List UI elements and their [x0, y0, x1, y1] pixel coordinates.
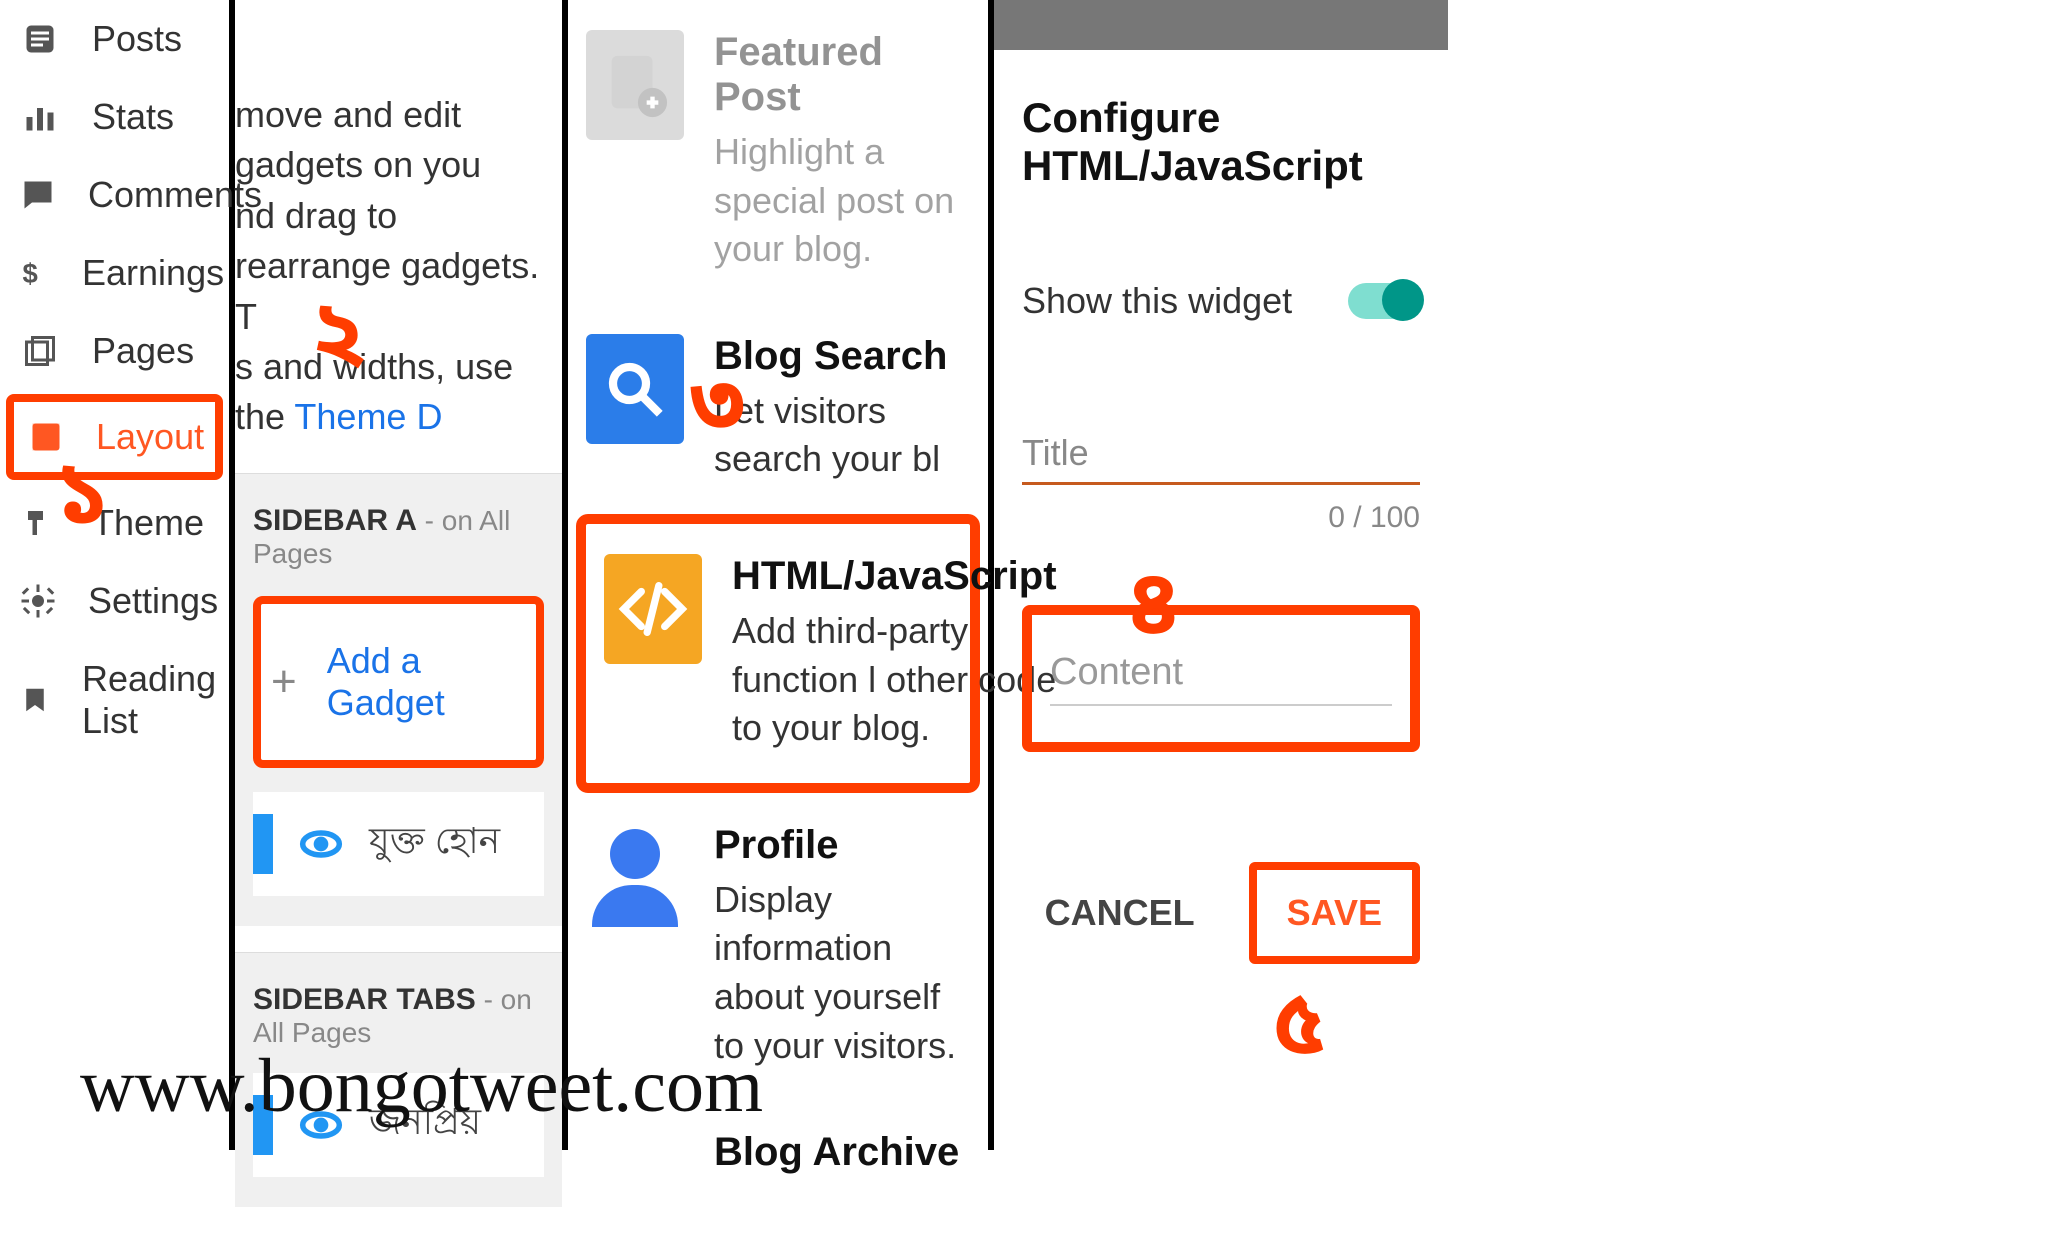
earnings-icon: $ [20, 253, 50, 293]
gadget-featured-post[interactable]: Featured PostHighlight a special post on… [568, 0, 988, 304]
featured-post-icon [586, 30, 684, 140]
nav-layout[interactable]: Layout [6, 394, 223, 480]
nav-label: Settings [88, 580, 218, 622]
gadget-blog-search[interactable]: Blog SearchLet visitors search your bl [568, 304, 988, 514]
configure-dialog: Configure HTML/JavaScript Show this widg… [994, 0, 1448, 1150]
nav-label: Reading List [82, 658, 216, 742]
nav-theme[interactable]: Theme [0, 484, 229, 562]
save-button[interactable]: SAVE [1249, 862, 1420, 964]
nav-label: Stats [92, 96, 174, 138]
content-field[interactable]: Content [1022, 605, 1420, 752]
show-widget-toggle[interactable] [1348, 283, 1420, 319]
watermark: www.bongotweet.com [80, 1043, 763, 1130]
pages-icon [20, 331, 60, 371]
annotation-1: ১ [55, 440, 110, 560]
search-icon [586, 334, 684, 444]
comments-icon [20, 175, 56, 215]
nav-label: Layout [96, 416, 204, 458]
title-field[interactable]: Title 0 / 100 [1022, 432, 1420, 535]
nav-label: Earnings [82, 252, 224, 294]
posts-icon [20, 19, 60, 59]
nav-posts[interactable]: Posts [0, 0, 229, 78]
archive-icon [586, 1130, 684, 1240]
annotation-2: ২ [311, 280, 366, 400]
nav-stats[interactable]: Stats [0, 78, 229, 156]
dialog-title: Configure HTML/JavaScript [1022, 94, 1420, 190]
nav-label: Posts [92, 18, 182, 60]
nav-pages[interactable]: Pages [0, 312, 229, 390]
gadget-picker: Featured PostHighlight a special post on… [568, 0, 994, 1150]
svg-text:$: $ [23, 258, 38, 289]
blogger-sidebar: Posts Stats Comments $ Earnings Pages La… [0, 0, 235, 1150]
add-gadget-button[interactable]: + Add a Gadget [253, 596, 544, 768]
cancel-button[interactable]: CANCEL [1015, 870, 1225, 956]
show-widget-label: Show this widget [1022, 280, 1292, 322]
dialog-topbar [994, 0, 1448, 50]
add-gadget-label: Add a Gadget [327, 640, 526, 724]
gadget-html-javascript[interactable]: HTML/JavaScriptAdd third-party function … [576, 514, 980, 793]
title-counter: 0 / 100 [1022, 501, 1420, 535]
widget-item[interactable]: যুক্ত হোন [253, 792, 544, 896]
sidebar-a-section: SIDEBAR A - on All Pages + Add a Gadget … [235, 473, 562, 926]
layout-hint: move and edit gadgets on you nd drag to … [235, 0, 562, 473]
annotation-5: ৫ [1272, 970, 1327, 1090]
title-label: Title [1022, 432, 1089, 473]
theme-designer-link[interactable]: Theme D [294, 396, 442, 437]
nav-comments[interactable]: Comments [0, 156, 229, 234]
stats-icon [20, 97, 60, 137]
annotation-4: ৪ [1126, 550, 1181, 670]
plus-icon: + [271, 657, 297, 707]
profile-icon [586, 823, 684, 933]
gear-icon [20, 581, 56, 621]
nav-earnings[interactable]: $ Earnings [0, 234, 229, 312]
nav-reading-list[interactable]: Reading List [0, 640, 229, 760]
drag-handle-icon[interactable] [253, 814, 273, 874]
annotation-3: ৩ [690, 350, 745, 470]
widget-label: যুক্ত হোন [369, 814, 500, 874]
nav-label: Pages [92, 330, 194, 372]
nav-settings[interactable]: Settings [0, 562, 229, 640]
theme-icon [20, 503, 60, 543]
layout-panel: move and edit gadgets on you nd drag to … [235, 0, 568, 1150]
code-icon [604, 554, 702, 664]
bookmark-icon [20, 680, 50, 720]
visibility-icon[interactable] [299, 822, 343, 866]
